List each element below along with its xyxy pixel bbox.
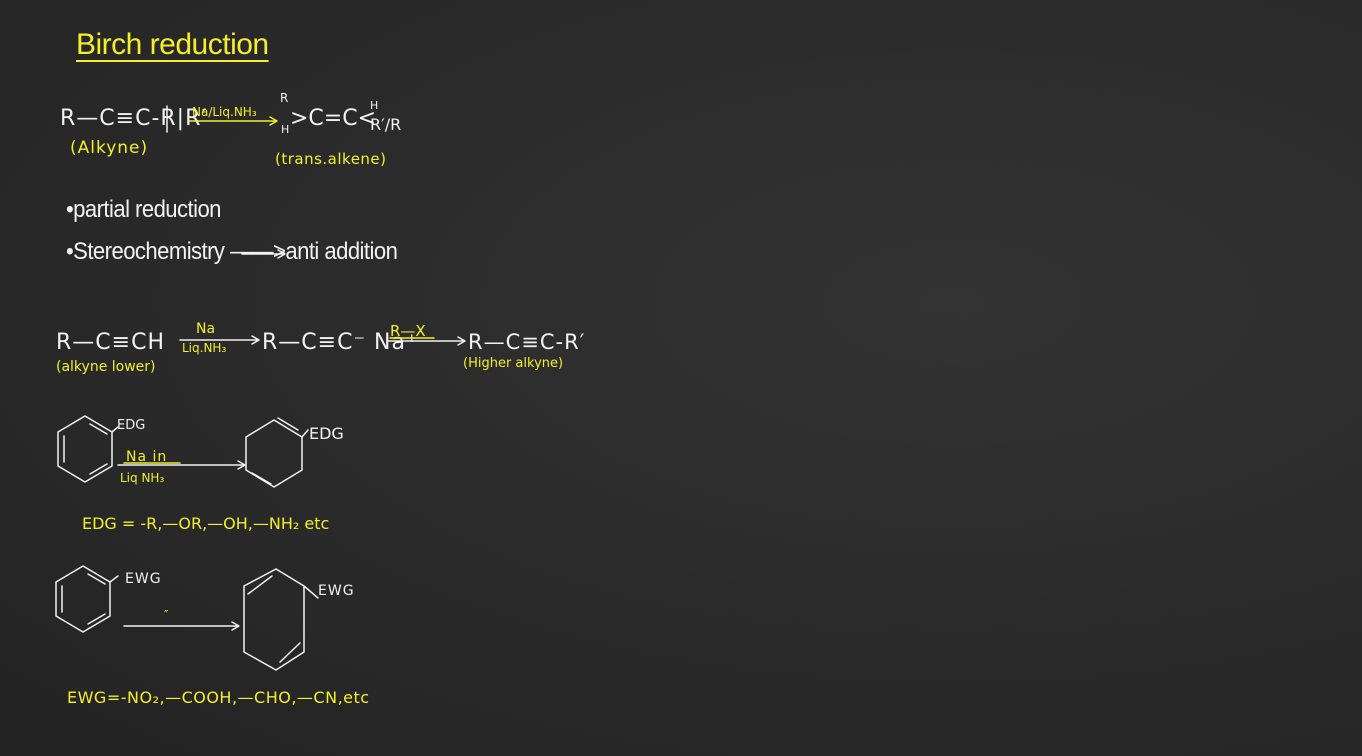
eq2-arrow-2 bbox=[387, 336, 466, 346]
stereo-arrow bbox=[241, 249, 286, 259]
eq2-arrow-1 bbox=[179, 335, 260, 345]
blackboard: Birch reduction R—C≡C-R|R′ Na/Liq.NH₃ R … bbox=[0, 0, 1362, 756]
edg-cyclohexadiene-ring bbox=[245, 417, 309, 488]
reaction-drawings bbox=[55, 105, 466, 671]
ewg-benzene-ring bbox=[55, 565, 119, 633]
ewg-cyclohexadiene-ring bbox=[243, 568, 319, 671]
edg-benzene-ring bbox=[57, 415, 119, 483]
ewg-arrow bbox=[123, 621, 240, 631]
edg-arrow bbox=[117, 460, 246, 470]
eq1-arrow bbox=[189, 116, 278, 126]
